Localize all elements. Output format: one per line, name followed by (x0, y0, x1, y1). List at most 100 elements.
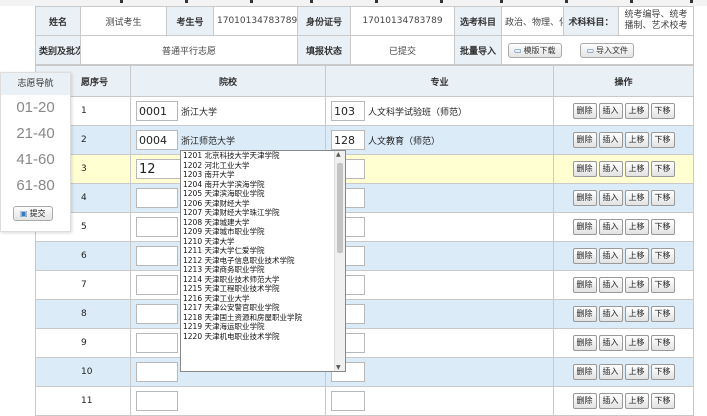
move-up-button[interactable]: 上移 (624, 161, 649, 177)
insert-button[interactable]: 插入 (598, 393, 623, 409)
move-up-button[interactable]: 上移 (624, 306, 649, 322)
delete-button[interactable]: 删除 (572, 306, 597, 322)
move-down-button[interactable]: 下移 (650, 248, 675, 264)
move-up-button[interactable]: 上移 (624, 219, 649, 235)
insert-button[interactable]: 插入 (598, 248, 623, 264)
move-down-button[interactable]: 下移 (650, 306, 675, 322)
delete-button[interactable]: 删除 (572, 248, 597, 264)
school-autocomplete-dropdown[interactable]: 1201 北京科技大学天津学院 1202 河北工业大学 1203 南开大学 1204 … (180, 150, 346, 372)
dropdown-option[interactable]: 1217 天津公安警官职业学院 (181, 303, 345, 313)
move-down-button[interactable]: 下移 (650, 335, 675, 351)
dropdown-option[interactable]: 1208 天津城建大学 (181, 218, 345, 228)
dropdown-option[interactable]: 1219 天津海运职业学院 (181, 322, 345, 332)
insert-button[interactable]: 插入 (598, 277, 623, 293)
dropdown-option[interactable]: 1212 天津电子信息职业技术学院 (181, 256, 345, 266)
scroll-up-icon[interactable]: ▲ (336, 151, 341, 158)
move-down-button[interactable]: 下移 (650, 364, 675, 380)
move-down-button[interactable]: 下移 (650, 393, 675, 409)
dropdown-option[interactable]: 1215 天津工程职业技术学院 (181, 284, 345, 294)
school-code-input[interactable] (136, 246, 178, 266)
row-actions: 删除 插入 上移 下移 (553, 96, 694, 126)
school-code-input[interactable] (136, 362, 178, 382)
range-link-21-40[interactable]: 21-40 (1, 121, 70, 147)
dropdown-option[interactable]: 1202 河北工业大学 (181, 161, 345, 171)
move-up-button[interactable]: 上移 (624, 364, 649, 380)
insert-button[interactable]: 插入 (598, 219, 623, 235)
delete-button[interactable]: 删除 (572, 132, 597, 148)
dropdown-option[interactable]: 1209 天津城市职业学院 (181, 227, 345, 237)
school-code-input[interactable] (136, 188, 178, 208)
dropdown-option[interactable]: 1205 天津滨海职业学院 (181, 189, 345, 199)
delete-button[interactable]: 删除 (572, 219, 597, 235)
table-row: 5 删除 插入 上移 下移 (35, 212, 694, 242)
insert-button[interactable]: 插入 (598, 132, 623, 148)
move-up-button[interactable]: 上移 (624, 335, 649, 351)
major-code-input[interactable] (331, 391, 365, 411)
delete-button[interactable]: 删除 (572, 364, 597, 380)
dropdown-option[interactable]: 1206 天津财经大学 (181, 199, 345, 209)
import-file-button[interactable]: ▭ 导入文件 (580, 42, 634, 58)
scrollbar-thumb[interactable] (337, 163, 343, 253)
submit-button[interactable]: ▣ 提交 (13, 206, 53, 221)
insert-button[interactable]: 插入 (598, 161, 623, 177)
delete-button[interactable]: 删除 (572, 335, 597, 351)
move-down-button[interactable]: 下移 (650, 219, 675, 235)
dropdown-option[interactable]: 1211 天津大学仁爱学院 (181, 246, 345, 256)
insert-button[interactable]: 插入 (598, 190, 623, 206)
dropdown-option[interactable]: 1214 天津职业技术师范大学 (181, 275, 345, 285)
insert-button[interactable]: 插入 (598, 335, 623, 351)
dropdown-scrollbar[interactable]: ▲ ▼ (334, 151, 345, 371)
school-code-input[interactable] (136, 333, 178, 353)
dropdown-option[interactable]: 1203 南开大学 (181, 170, 345, 180)
dropdown-options: 1201 北京科技大学天津学院 1202 河北工业大学 1203 南开大学 1204 … (181, 151, 345, 341)
table-row: 3 12 删除 插入 上移 下移 (35, 154, 694, 184)
school-code-input[interactable]: 0004 (136, 130, 178, 150)
move-down-button[interactable]: 下移 (650, 277, 675, 293)
insert-button[interactable]: 插入 (598, 364, 623, 380)
delete-button[interactable]: 删除 (572, 277, 597, 293)
school-code-input[interactable] (136, 217, 178, 237)
school-code-input[interactable] (136, 304, 178, 324)
major-code-input[interactable]: 128 (331, 130, 365, 150)
range-link-01-20[interactable]: 01-20 (1, 95, 70, 121)
move-up-button[interactable]: 上移 (624, 103, 649, 119)
template-download-button[interactable]: ▭ 模版下载 (508, 42, 562, 58)
dropdown-option[interactable]: 1220 天津机电职业技术学院 (181, 332, 345, 342)
insert-button[interactable]: 插入 (598, 103, 623, 119)
move-up-button[interactable]: 上移 (624, 248, 649, 264)
dropdown-option[interactable]: 1207 天津财经大学珠江学院 (181, 208, 345, 218)
row-actions: 删除 插入 上移 下移 (553, 299, 694, 329)
name-value: 测试考生 (80, 6, 167, 36)
school-code-input[interactable] (136, 391, 178, 411)
delete-button[interactable]: 删除 (572, 393, 597, 409)
move-down-button[interactable]: 下移 (650, 103, 675, 119)
dropdown-option[interactable]: 1201 北京科技大学天津学院 (181, 151, 345, 161)
delete-button[interactable]: 删除 (572, 190, 597, 206)
move-down-button[interactable]: 下移 (650, 161, 675, 177)
move-up-button[interactable]: 上移 (624, 277, 649, 293)
school-code-input[interactable] (136, 275, 178, 295)
delete-button[interactable]: 删除 (572, 161, 597, 177)
move-down-button[interactable]: 下移 (650, 190, 675, 206)
range-link-61-80[interactable]: 61-80 (1, 173, 70, 199)
strip-mark (250, 0, 253, 3)
dropdown-option[interactable]: 1204 南开大学滨海学院 (181, 180, 345, 190)
row-number: 8 (35, 299, 131, 329)
range-link-41-60[interactable]: 41-60 (1, 147, 70, 173)
scroll-down-icon[interactable]: ▼ (336, 364, 341, 371)
dropdown-option[interactable]: 1210 天津大学 (181, 237, 345, 247)
move-up-button[interactable]: 上移 (624, 190, 649, 206)
insert-button[interactable]: 插入 (598, 306, 623, 322)
move-down-button[interactable]: 下移 (650, 132, 675, 148)
move-up-button[interactable]: 上移 (624, 393, 649, 409)
school-code-input[interactable]: 0001 (136, 101, 178, 121)
row-actions: 删除 插入 上移 下移 (553, 125, 694, 155)
dropdown-option[interactable]: 1213 天津商务职业学院 (181, 265, 345, 275)
row-actions: 删除 插入 上移 下移 (553, 270, 694, 300)
move-up-button[interactable]: 上移 (624, 132, 649, 148)
delete-button[interactable]: 删除 (572, 103, 597, 119)
major-code-input[interactable]: 103 (331, 101, 365, 121)
dropdown-option[interactable]: 1216 天津工业大学 (181, 294, 345, 304)
school-code-input[interactable]: 12 (136, 159, 184, 179)
dropdown-option[interactable]: 1218 天津国土资源和房屋职业学院 (181, 313, 345, 323)
